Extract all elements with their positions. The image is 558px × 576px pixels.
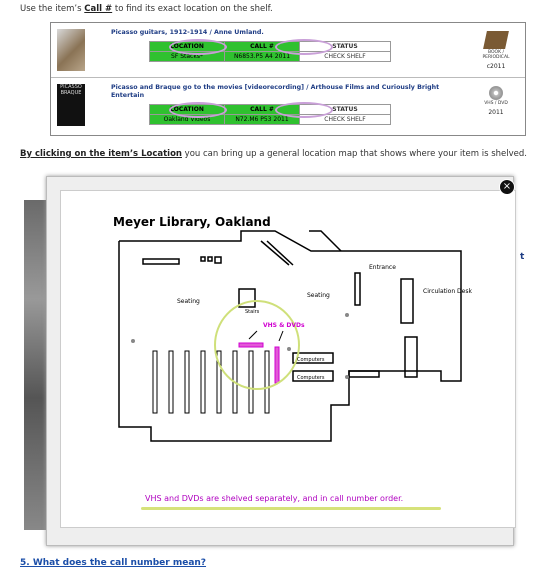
box-small-3 <box>214 256 222 264</box>
entrance-label: Entrance <box>369 264 396 271</box>
record-2-thumbnail: PICASSO BRAQUE <box>57 84 85 126</box>
record-2: PICASSO BRAQUE Picasso and Braque go to … <box>51 78 525 132</box>
call-number-term: Call # <box>84 4 113 14</box>
box-small-1 <box>200 256 206 262</box>
close-icon[interactable]: × <box>499 179 515 195</box>
map-dot-1 <box>131 339 135 343</box>
intro-text: Use the item’s Call # to find its exact … <box>20 4 273 14</box>
vhs-arrow <box>278 330 284 342</box>
box-small-2 <box>207 256 213 262</box>
search-results-example: Picasso guitars, 1912-1914 / Anne Umland… <box>50 22 526 136</box>
seating-left-label: Seating <box>177 298 200 305</box>
dvd-icon: VHS / DVD 2011 <box>475 86 517 126</box>
caption-underline <box>141 507 441 510</box>
record-1-thumbnail <box>57 29 85 71</box>
entrance-pillar <box>354 272 361 306</box>
location-map-instructions: By clicking on the item’s Location you c… <box>20 149 527 159</box>
floor-plan: Entrance Circulation Desk Seating Seatin… <box>118 230 472 442</box>
library-floor-map: Meyer Library, Oakland Entrance Circulat… <box>60 190 516 528</box>
location-click-term: By clicking on the item’s Location <box>20 149 182 159</box>
computers-label-2: Computers <box>297 375 325 381</box>
record-1: Picasso guitars, 1912-1914 / Anne Umland… <box>51 23 525 78</box>
circulation-label: Circulation Desk <box>423 288 472 295</box>
question-heading[interactable]: 5. What does the call number mean? <box>20 558 206 568</box>
stairs-label: Stairs <box>245 309 260 315</box>
vhs-label: VHS & DVDs <box>263 322 305 329</box>
seating-right-label: Seating <box>307 292 330 299</box>
location-highlight-oval <box>169 39 227 55</box>
circulation-desk <box>400 278 414 324</box>
call-number-highlight-oval <box>275 102 333 118</box>
record-1-title[interactable]: Picasso guitars, 1912-1914 / Anne Umland… <box>111 29 441 37</box>
right-low-shelf <box>348 370 380 378</box>
background-page-image <box>24 200 46 530</box>
angled-shelf-2 <box>266 240 294 266</box>
map-dot-4 <box>287 347 291 351</box>
vhs-arrow-2 <box>248 330 258 340</box>
book-icon: BOOK / PERIODICAL c2011 <box>475 31 517 71</box>
vhs-shelves <box>238 342 280 384</box>
shelf-top <box>142 258 180 265</box>
call-number-highlight-oval <box>275 39 333 55</box>
computers-label-1: Computers <box>297 357 325 363</box>
stack-rows <box>152 350 270 414</box>
map-caption: VHS and DVDs are shelved separately, and… <box>145 494 404 503</box>
record-2-title[interactable]: Picasso and Braque go to the movies [vid… <box>111 84 441 100</box>
angled-shelf <box>260 240 290 266</box>
location-highlight-oval <box>169 102 227 118</box>
background-page-text: t <box>520 252 525 262</box>
map-dot-3 <box>345 375 349 379</box>
map-dot-2 <box>345 313 349 317</box>
entrance-wall <box>309 230 342 252</box>
